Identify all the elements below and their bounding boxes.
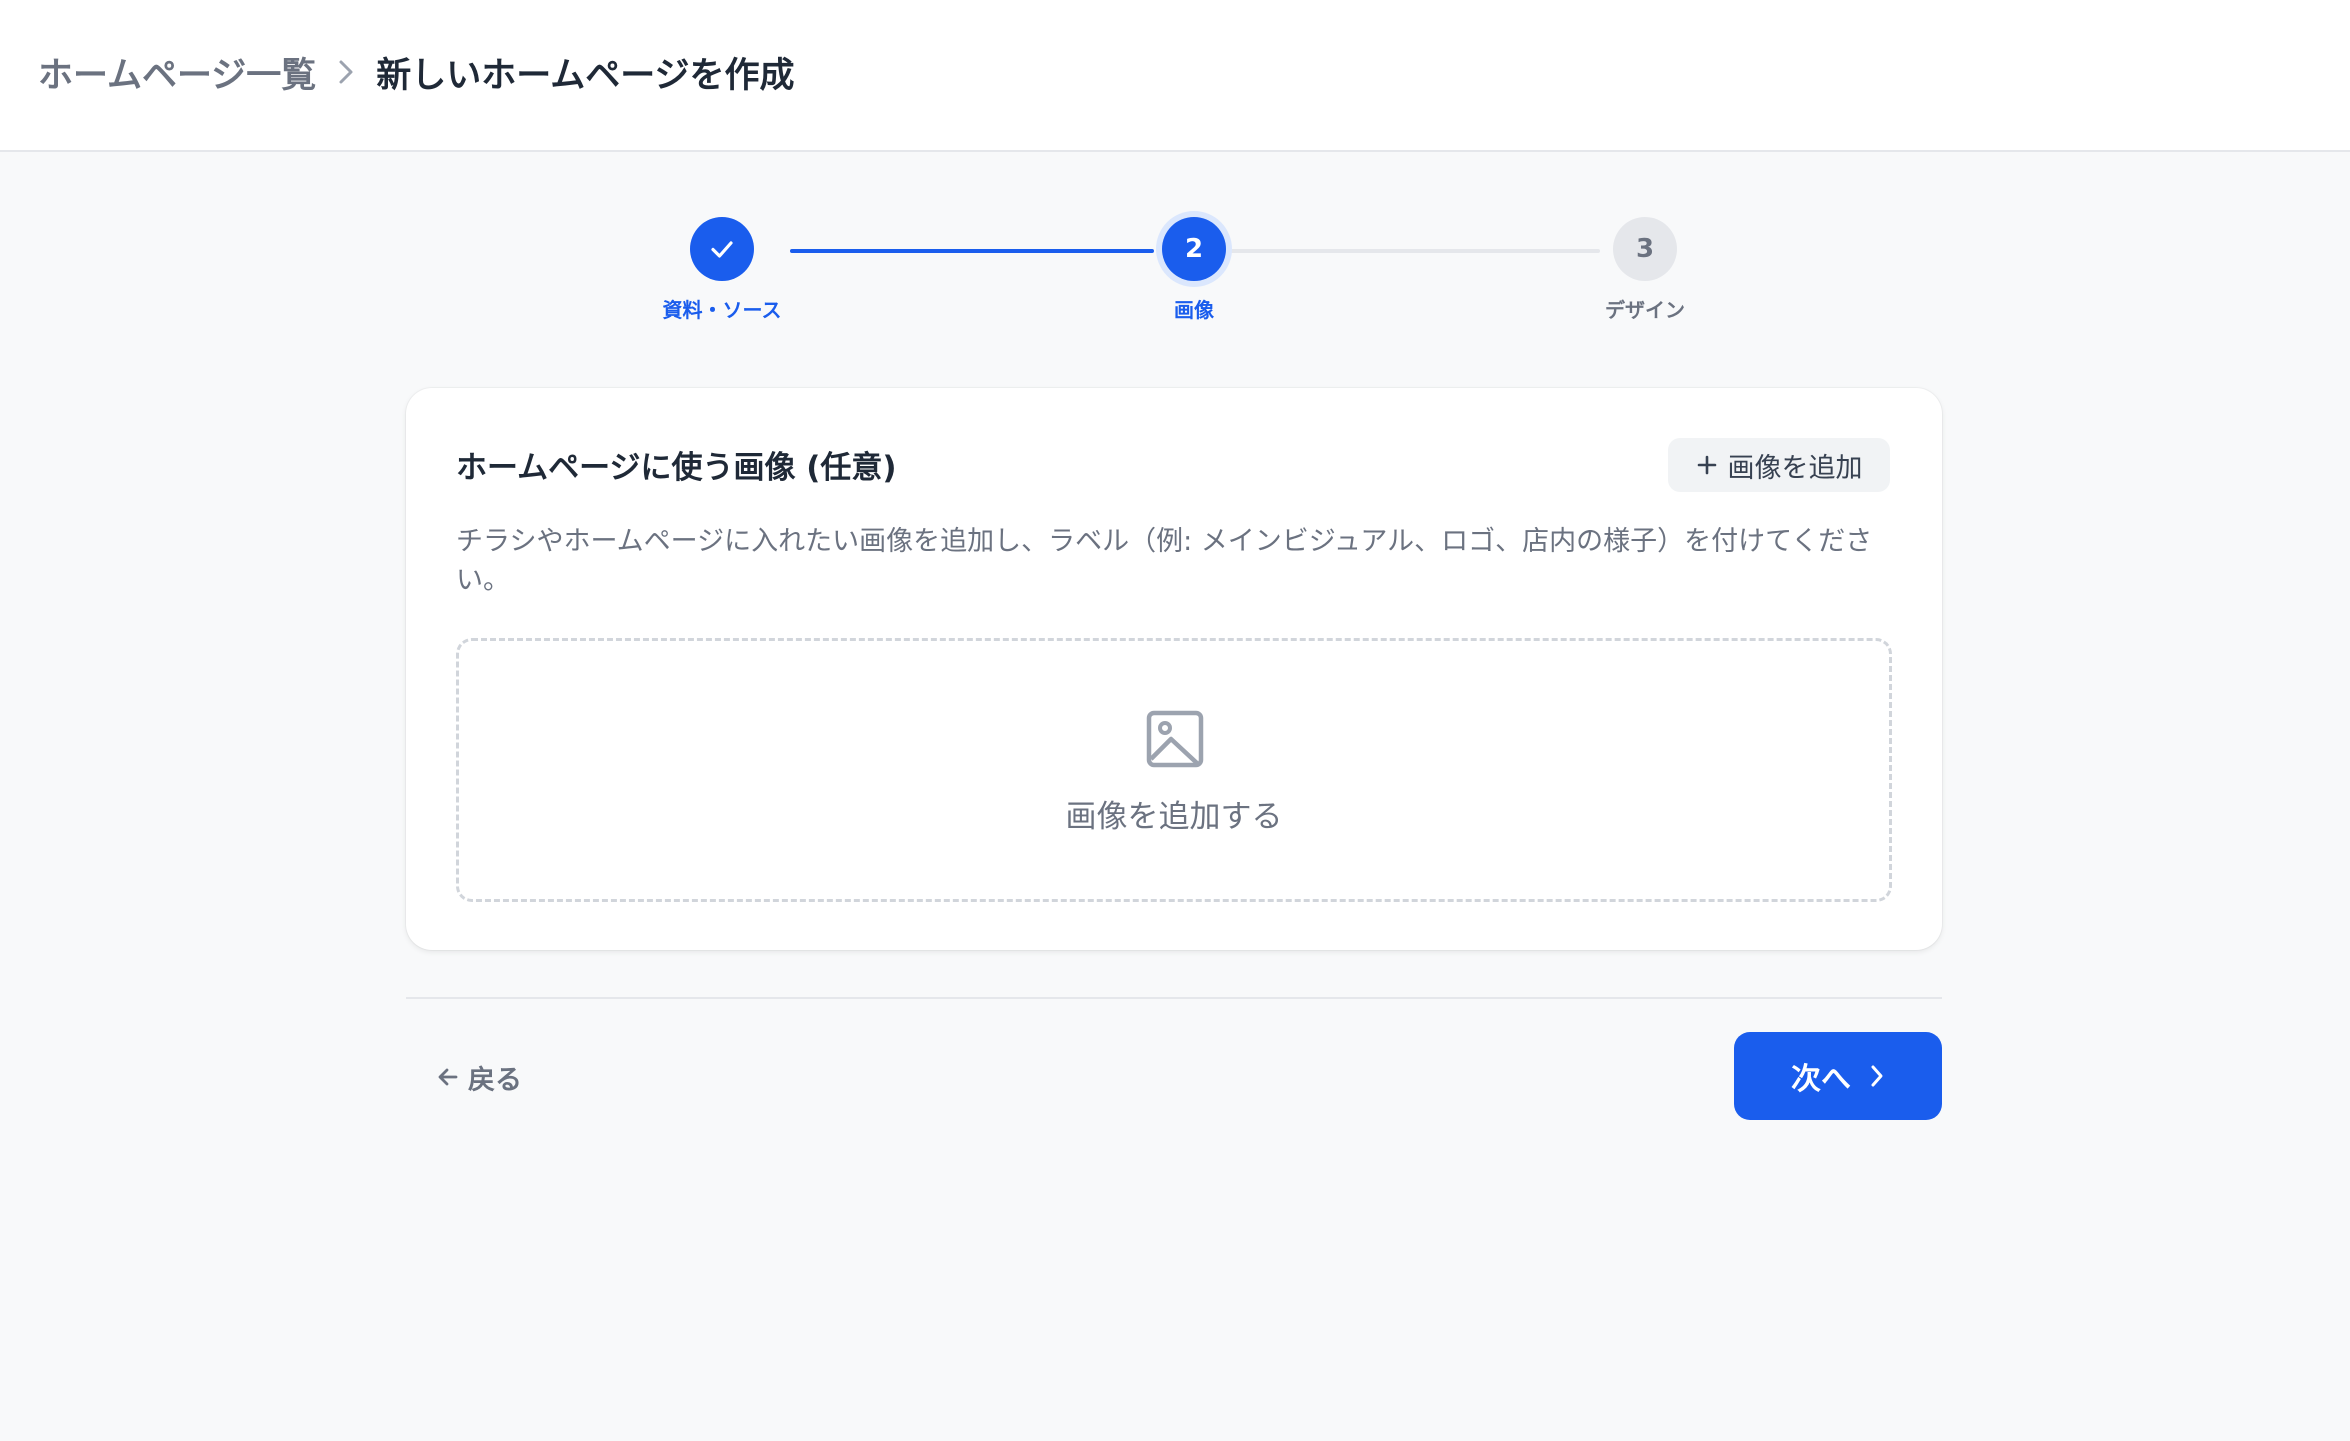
stepper-line-completed: [790, 249, 1154, 253]
step-1-label: 資料・ソース: [662, 298, 782, 322]
back-button-label: 戻る: [468, 1064, 522, 1096]
card-title: ホームページに使う画像 (任意): [456, 450, 897, 486]
chevron-right-icon: [1871, 1065, 1883, 1087]
step-2-label: 画像: [1174, 298, 1214, 322]
progress-stepper: 資料・ソース 2 画像 3 デザイン: [0, 0, 2350, 340]
step-2-circle: 2: [1162, 217, 1226, 281]
step-3-circle: 3: [1613, 217, 1677, 281]
dropzone-label: 画像を追加する: [1065, 799, 1283, 835]
check-icon: [711, 241, 733, 258]
plus-icon: [1697, 455, 1716, 475]
step-3-label: デザイン: [1605, 298, 1685, 322]
add-image-button-label: 画像を追加: [1727, 452, 1863, 484]
step-2-number: 2: [1184, 234, 1204, 264]
image-upload-card: ホームページに使う画像 (任意) 画像を追加 チラシやホームページに入れたい画像…: [406, 388, 1942, 950]
card-description: チラシやホームページに入れたい画像を追加し、ラベル（例: メインビジュアル、ロゴ…: [456, 526, 1873, 596]
next-button-label: 次へ: [1791, 1062, 1851, 1097]
back-button[interactable]: 戻る: [436, 1055, 522, 1099]
image-icon: [1146, 710, 1204, 768]
add-image-button[interactable]: 画像を追加: [1668, 438, 1890, 492]
footer-divider: [406, 997, 1942, 999]
next-button[interactable]: 次へ: [1734, 1032, 1942, 1120]
stepper-line-upcoming: [1228, 249, 1600, 253]
step-1-circle: [690, 217, 754, 281]
step-3-number: 3: [1635, 234, 1655, 264]
arrow-left-icon: [438, 1068, 458, 1086]
image-dropzone[interactable]: 画像を追加する: [456, 638, 1892, 902]
